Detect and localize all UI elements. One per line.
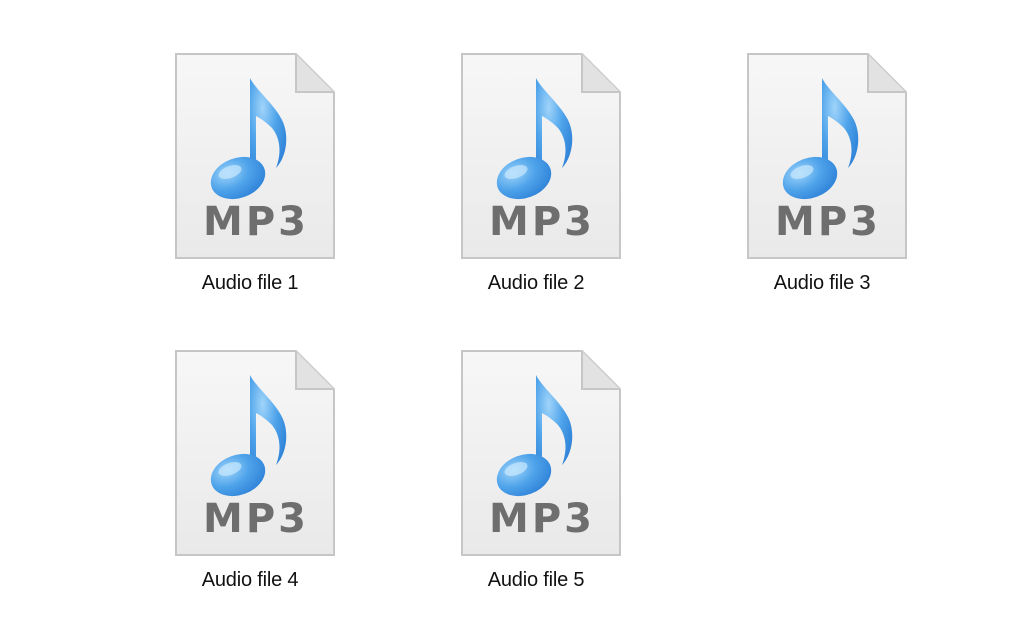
- file-name-label[interactable]: Audio file 5: [436, 569, 636, 592]
- file-item-audio-2[interactable]: MP3 Audio file 2: [436, 50, 636, 320]
- file-type-label: MP3: [203, 199, 309, 245]
- file-item-audio-1[interactable]: MP3 Audio file 1: [150, 50, 350, 320]
- file-type-label: MP3: [203, 496, 309, 542]
- mp3-file-icon: MP3: [458, 347, 624, 559]
- file-name-label[interactable]: Audio file 2: [436, 272, 636, 295]
- file-name-label[interactable]: Audio file 1: [150, 272, 350, 295]
- file-item-audio-5[interactable]: MP3 Audio file 5: [436, 347, 636, 617]
- mp3-file-icon: MP3: [172, 347, 338, 559]
- file-grid: MP3 Audio file 1 MP3 Audio file 2 MP3 Au…: [0, 0, 1024, 638]
- file-item-audio-4[interactable]: MP3 Audio file 4: [150, 347, 350, 617]
- file-type-label: MP3: [489, 496, 595, 542]
- file-name-label[interactable]: Audio file 3: [722, 272, 922, 295]
- file-name-label[interactable]: Audio file 4: [150, 569, 350, 592]
- mp3-file-icon: MP3: [744, 50, 910, 262]
- file-type-label: MP3: [489, 199, 595, 245]
- mp3-file-icon: MP3: [458, 50, 624, 262]
- mp3-file-icon: MP3: [172, 50, 338, 262]
- file-type-label: MP3: [775, 199, 881, 245]
- file-item-audio-3[interactable]: MP3 Audio file 3: [722, 50, 922, 320]
